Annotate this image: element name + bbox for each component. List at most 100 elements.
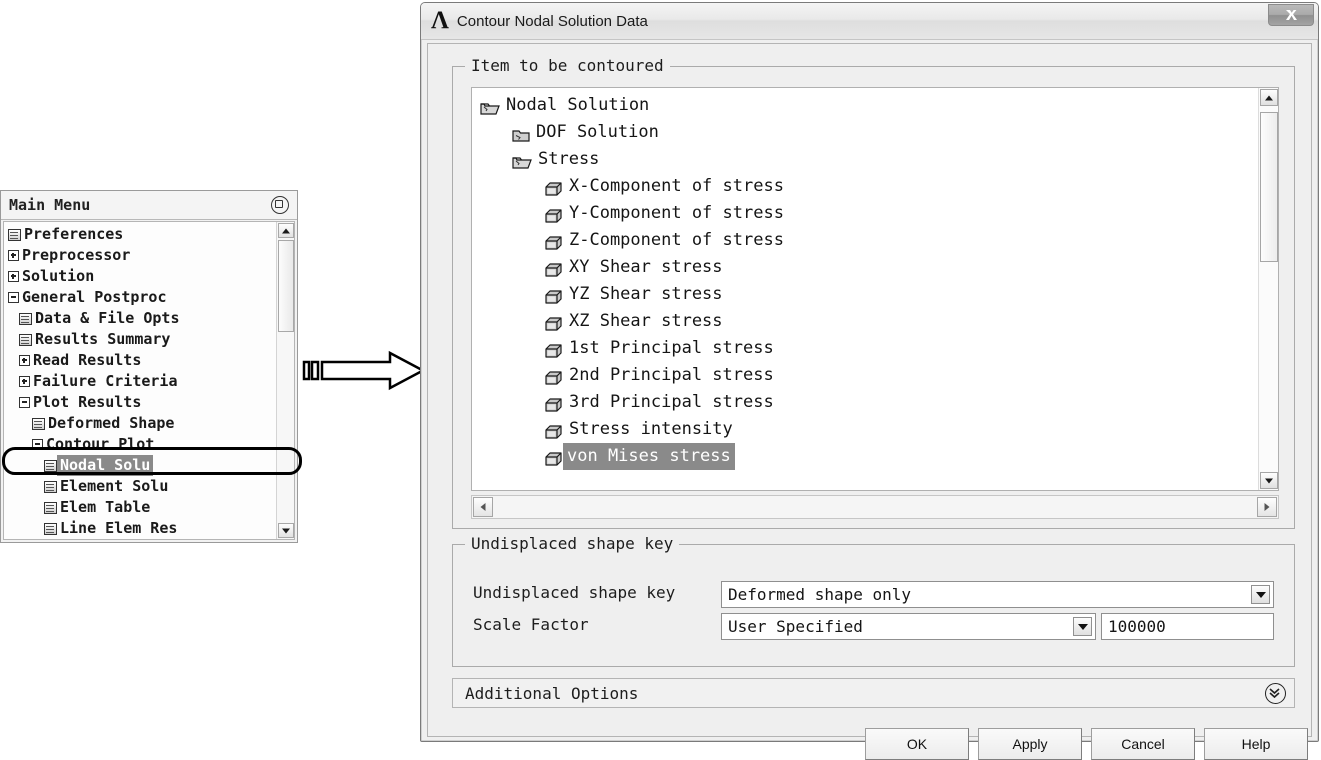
undisplaced-shape-key-select[interactable]: Deformed shape only bbox=[721, 581, 1274, 608]
main-menu-item[interactable]: Read Results bbox=[4, 350, 276, 371]
help-button[interactable]: Help bbox=[1204, 728, 1308, 760]
item-to-be-contoured-group: Item to be contoured Nodal Solution DOF S… bbox=[452, 56, 1295, 529]
item-group-legend: Item to be contoured bbox=[465, 56, 670, 75]
cube-icon bbox=[544, 422, 563, 439]
plus-box-icon[interactable] bbox=[19, 376, 30, 387]
main-menu-tree: Preferences Preprocessor Solution General P… bbox=[4, 222, 276, 539]
tree-item[interactable]: DOF Solution bbox=[472, 119, 1258, 146]
main-menu-item[interactable]: Element Solu bbox=[4, 476, 276, 497]
main-menu-tree-container: Preferences Preprocessor Solution General P… bbox=[3, 221, 295, 540]
tree-item[interactable]: Y-Component of stress bbox=[472, 200, 1258, 227]
tree-scroll-down-button[interactable] bbox=[1260, 472, 1278, 489]
tree-item[interactable]: 2nd Principal stress bbox=[472, 362, 1258, 389]
scrollbar-thumb[interactable] bbox=[278, 240, 294, 332]
tree-item[interactable]: Stress bbox=[472, 146, 1258, 173]
scroll-up-button[interactable] bbox=[278, 223, 294, 238]
main-menu-item-label: Nodal Solu bbox=[57, 455, 154, 476]
dialog-title: Contour Nodal Solution Data bbox=[456, 12, 648, 30]
scale-factor-select[interactable]: User Specified bbox=[721, 613, 1096, 640]
main-menu-item[interactable]: Line Elem Res bbox=[4, 518, 276, 539]
plus-box-icon[interactable] bbox=[8, 250, 19, 261]
scale-factor-row: Scale Factor bbox=[473, 615, 589, 634]
document-icon bbox=[19, 333, 32, 346]
dialog-titlebar[interactable]: Λ Contour Nodal Solution Data bbox=[421, 3, 1318, 40]
tree-item-label: Stress intensity bbox=[569, 419, 733, 439]
tree-item[interactable]: Stress intensity bbox=[472, 416, 1258, 443]
document-icon bbox=[44, 480, 57, 493]
undisplaced-group-legend: Undisplaced shape key bbox=[465, 534, 680, 553]
cube-icon bbox=[544, 449, 563, 466]
main-menu-item[interactable]: General Postproc bbox=[4, 287, 276, 308]
minus-box-icon[interactable] bbox=[32, 439, 43, 450]
main-menu-item-label: Solution bbox=[22, 267, 95, 285]
cancel-button[interactable]: Cancel bbox=[1091, 728, 1195, 760]
main-menu-item[interactable]: Failure Criteria bbox=[4, 371, 276, 392]
tree-item[interactable]: Nodal Solution bbox=[472, 92, 1258, 119]
chevron-down-icon[interactable] bbox=[1073, 617, 1092, 636]
main-menu-item[interactable]: Plot Results bbox=[4, 392, 276, 413]
document-icon bbox=[32, 417, 45, 430]
chevron-down-icon[interactable] bbox=[1251, 585, 1270, 604]
tree-scroll-left-button[interactable] bbox=[473, 497, 493, 517]
apply-button[interactable]: Apply bbox=[978, 728, 1082, 760]
tree-item[interactable]: YZ Shear stress bbox=[472, 281, 1258, 308]
tree-item-label: Nodal Solution bbox=[506, 95, 650, 115]
plus-box-icon[interactable] bbox=[8, 271, 19, 282]
plus-box-icon[interactable] bbox=[19, 355, 30, 366]
cube-icon bbox=[544, 260, 563, 277]
folder-open-icon bbox=[480, 98, 500, 115]
tree-item[interactable]: von Mises stress bbox=[472, 443, 1258, 470]
tree-item-label: 3rd Principal stress bbox=[569, 392, 774, 412]
document-icon bbox=[44, 522, 57, 535]
tree-item[interactable]: 1st Principal stress bbox=[472, 335, 1258, 362]
scale-factor-label: Scale Factor bbox=[473, 615, 589, 634]
main-menu-item[interactable]: Elem Table bbox=[4, 497, 276, 518]
contour-item-tree: Nodal Solution DOF Solution Stress X-Compon… bbox=[472, 92, 1258, 470]
main-menu-item[interactable]: Preferences bbox=[4, 224, 276, 245]
main-menu-item[interactable]: Results Summary bbox=[4, 329, 276, 350]
tree-scroll-right-button[interactable] bbox=[1257, 497, 1277, 517]
ok-button[interactable]: OK bbox=[865, 728, 969, 760]
main-menu-item[interactable]: Solution bbox=[4, 266, 276, 287]
main-menu-item-label: Preferences bbox=[24, 225, 124, 243]
main-menu-item[interactable]: Preprocessor bbox=[4, 245, 276, 266]
main-menu-scrollbar[interactable] bbox=[276, 222, 294, 539]
pin-circle-icon[interactable] bbox=[271, 196, 289, 214]
tree-item[interactable]: 3rd Principal stress bbox=[472, 389, 1258, 416]
scale-factor-input-value: 100000 bbox=[1108, 617, 1166, 636]
main-menu-item-label: Read Results bbox=[33, 351, 142, 369]
main-menu-title: Main Menu bbox=[9, 196, 91, 214]
main-menu-item[interactable]: Nodal Solu bbox=[4, 455, 276, 476]
undisplaced-shape-key-group: Undisplaced shape key Undisplaced shape … bbox=[452, 534, 1295, 667]
tree-item[interactable]: X-Component of stress bbox=[472, 173, 1258, 200]
tree-scroll-up-button[interactable] bbox=[1260, 89, 1278, 106]
cube-icon bbox=[544, 341, 563, 358]
main-menu-item[interactable]: Contour Plot bbox=[4, 434, 276, 455]
tree-scrollbar-thumb[interactable] bbox=[1260, 112, 1278, 262]
cube-icon bbox=[544, 206, 563, 223]
right-arrow-callout bbox=[302, 350, 426, 391]
contour-item-tree-container: Nodal Solution DOF Solution Stress X-Compon… bbox=[471, 87, 1279, 491]
tree-item[interactable]: XZ Shear stress bbox=[472, 308, 1258, 335]
main-menu-item-label: Failure Criteria bbox=[33, 372, 178, 390]
tree-item-label: Y-Component of stress bbox=[569, 203, 784, 223]
main-menu-item[interactable]: Data & File Opts bbox=[4, 308, 276, 329]
tree-item-label: X-Component of stress bbox=[569, 176, 784, 196]
tree-item-label: Z-Component of stress bbox=[569, 230, 784, 250]
main-menu-item-label: Data & File Opts bbox=[35, 309, 180, 327]
tree-horizontal-scrollbar[interactable] bbox=[471, 495, 1279, 519]
main-menu-item[interactable]: Deformed Shape bbox=[4, 413, 276, 434]
double-chevron-down-icon[interactable] bbox=[1265, 682, 1286, 704]
minus-box-icon[interactable] bbox=[19, 397, 30, 408]
minus-box-icon[interactable] bbox=[8, 292, 19, 303]
main-menu-item-label: Deformed Shape bbox=[48, 414, 175, 432]
main-menu-item-label: Elem Table bbox=[60, 498, 151, 516]
tree-item[interactable]: Z-Component of stress bbox=[472, 227, 1258, 254]
close-icon[interactable] bbox=[1268, 4, 1314, 26]
tree-item[interactable]: XY Shear stress bbox=[472, 254, 1258, 281]
tree-vertical-scrollbar[interactable] bbox=[1258, 88, 1278, 490]
shape-key-label: Undisplaced shape key bbox=[473, 583, 676, 602]
scroll-down-button[interactable] bbox=[278, 523, 294, 538]
scale-factor-input[interactable]: 100000 bbox=[1101, 613, 1274, 640]
additional-options-bar[interactable]: Additional Options bbox=[452, 678, 1295, 708]
